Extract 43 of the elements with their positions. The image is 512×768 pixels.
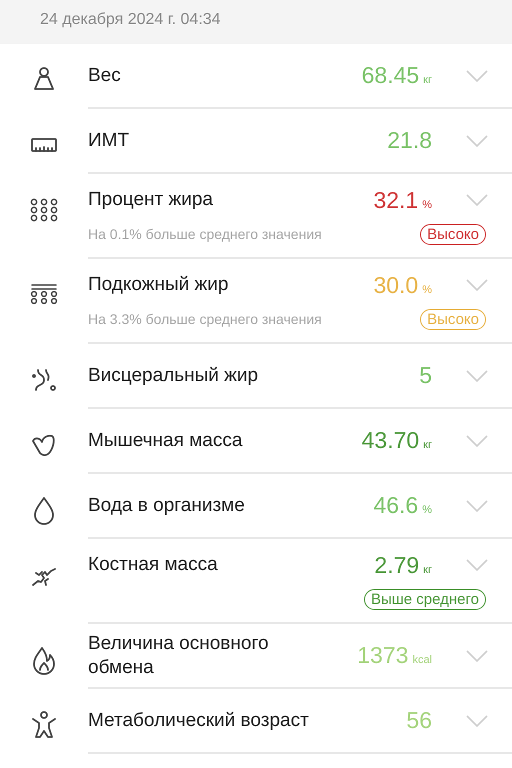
chevron-down-icon[interactable] bbox=[466, 500, 488, 512]
metric-value: 43.70 bbox=[362, 427, 420, 454]
metric-value: 21.8 bbox=[387, 127, 432, 154]
chevron-down-icon[interactable] bbox=[466, 370, 488, 382]
metric-value: 46.6 bbox=[373, 492, 418, 519]
metric-label: Метаболический возраст bbox=[88, 708, 309, 732]
status-badge: Выше среднего bbox=[364, 588, 486, 610]
metric-unit: % bbox=[422, 198, 432, 210]
metric-unit: % bbox=[422, 284, 432, 296]
metric-unit: kcal bbox=[412, 654, 432, 666]
metric-unit: кг bbox=[423, 564, 432, 576]
metric-unit: кг bbox=[423, 74, 432, 86]
chevron-down-icon[interactable] bbox=[466, 70, 488, 82]
metric-value: 56 bbox=[406, 707, 432, 734]
metric-label: Процент жира bbox=[88, 188, 213, 212]
measurement-date: 24 декабря 2024 г. 04:34 bbox=[40, 11, 221, 29]
metric-value: 68.45 bbox=[362, 62, 420, 89]
chevron-down-icon[interactable] bbox=[466, 559, 488, 571]
metric-label: Величина основного обмена bbox=[88, 632, 270, 680]
metric-unit: % bbox=[422, 504, 432, 516]
status-badge: Высоко bbox=[420, 224, 486, 244]
metric-label: Мышечная масса bbox=[88, 428, 242, 452]
metric-label: Костная масса bbox=[88, 553, 218, 577]
status-badge: Высоко bbox=[420, 308, 486, 330]
chevron-down-icon[interactable] bbox=[466, 434, 488, 446]
chevron-down-icon[interactable] bbox=[466, 714, 488, 726]
metric-label: Вес bbox=[88, 64, 121, 88]
metric-value: 2.79 bbox=[374, 552, 420, 578]
chevron-down-icon[interactable] bbox=[466, 194, 488, 206]
metric-note: На 3.3% больше среднего значения bbox=[88, 311, 322, 327]
chevron-down-icon[interactable] bbox=[466, 134, 488, 146]
metric-label: Висцеральный жир bbox=[88, 364, 258, 388]
metric-value: 30.0 bbox=[373, 272, 418, 298]
metric-unit: кг bbox=[423, 439, 432, 451]
metric-value: 1373 bbox=[357, 642, 408, 669]
chevron-down-icon[interactable] bbox=[466, 650, 488, 662]
metric-label: Вода в организме bbox=[88, 494, 245, 518]
metric-value: 5 bbox=[419, 362, 432, 389]
metric-value: 32.1 bbox=[373, 186, 418, 214]
chevron-down-icon[interactable] bbox=[466, 279, 488, 291]
metric-label: Подкожный жир bbox=[88, 273, 228, 297]
metric-label: ИМТ bbox=[88, 128, 130, 152]
metric-note: На 0.1% больше среднего значения bbox=[88, 226, 322, 242]
